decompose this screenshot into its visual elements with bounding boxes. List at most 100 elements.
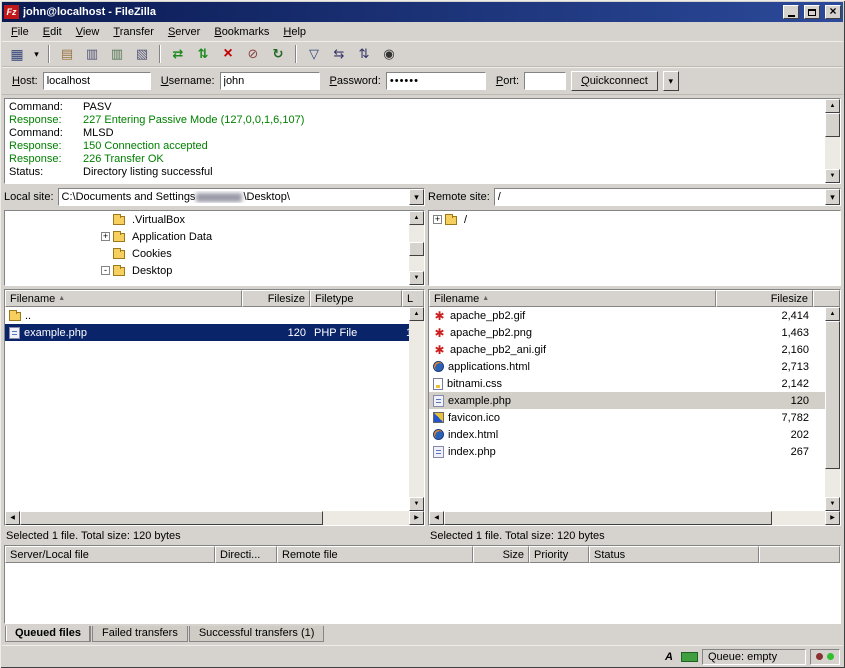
scrollbar-thumb[interactable] [444,511,772,525]
remote-list-body[interactable]: apache_pb2.gif2,414apache_pb2.png1,463ap… [429,307,840,511]
column-header-filesize[interactable]: Filesize [242,290,310,307]
local-list-scrollbar[interactable] [409,307,424,511]
scroll-right-icon[interactable] [825,511,840,525]
column-header-filename[interactable]: Filename▲ [429,290,716,307]
encryption-indicator-icon[interactable] [681,652,698,662]
remote-horizontal-scrollbar[interactable] [429,511,840,525]
minimize-button[interactable] [783,5,799,19]
remote-site-dropdown-icon[interactable] [825,189,840,205]
file-row-favicon-ico[interactable]: favicon.ico7,782 [429,409,825,426]
column-header-filesize[interactable]: Filesize [716,290,813,307]
local-tree-scrollbar[interactable] [409,211,424,285]
scrollbar-track[interactable] [825,113,840,169]
file-row-example-php[interactable]: example.php120 [429,392,825,409]
host-input[interactable] [43,72,151,90]
column-header-filetype[interactable]: Filetype [310,290,402,307]
scrollbar-track[interactable] [20,511,409,525]
scroll-down-icon[interactable] [409,497,424,511]
scroll-down-icon[interactable] [409,271,424,285]
scrollbar-thumb[interactable] [409,242,424,256]
site-manager-dropdown-icon[interactable] [30,43,43,65]
file-row-item[interactable]: .. [5,307,409,324]
reconnect-icon[interactable] [266,43,290,65]
menu-item-file[interactable]: File [4,24,36,40]
tree-item-virtualbox[interactable]: .VirtualBox [5,211,408,228]
sync-browsing-icon[interactable] [352,43,376,65]
column-header-priority[interactable]: Priority [529,546,589,563]
scroll-left-icon[interactable] [429,511,444,525]
cancel-icon[interactable] [216,43,240,65]
tree-item-desktop[interactable]: -Desktop [5,262,408,279]
file-row-bitnami-css[interactable]: bitnami.css2,142 [429,375,825,392]
local-site-dropdown-icon[interactable] [409,189,424,205]
title-bar[interactable]: Fz john@localhost - FileZilla [2,2,843,22]
column-header-l[interactable]: L [402,290,424,307]
file-row-example-php[interactable]: example.php120PHP File1 [5,324,409,341]
filter-icon[interactable] [302,43,326,65]
menu-item-bookmarks[interactable]: Bookmarks [207,24,276,40]
column-header-server-local-file[interactable]: Server/Local file [5,546,215,563]
scroll-right-icon[interactable] [409,511,424,525]
tree-item-application-data[interactable]: +Application Data [5,228,408,245]
tree-item-item[interactable]: +/ [429,211,824,228]
compare-icon[interactable] [327,43,351,65]
menu-item-edit[interactable]: Edit [36,24,69,40]
tab-successful-transfers-1[interactable]: Successful transfers (1) [189,626,325,642]
tree-item-cookies[interactable]: Cookies [5,245,408,262]
scrollbar-track[interactable] [409,225,424,271]
column-header-status[interactable]: Status [589,546,759,563]
scrollbar-track[interactable] [825,321,840,497]
password-input[interactable] [386,72,486,90]
menu-item-server[interactable]: Server [161,24,207,40]
column-header-directi[interactable]: Directi... [215,546,277,563]
scroll-up-icon[interactable] [825,307,840,321]
menu-item-help[interactable]: Help [276,24,313,40]
remote-list-scrollbar[interactable] [825,307,840,511]
refresh-icon[interactable] [166,43,190,65]
quickconnect-dropdown-icon[interactable] [663,71,679,91]
scroll-down-icon[interactable] [825,497,840,511]
username-input[interactable] [220,72,320,90]
scrollbar-track[interactable] [444,511,825,525]
disconnect-icon[interactable] [241,43,265,65]
queue-body[interactable] [5,563,840,623]
scrollbar-track[interactable] [409,321,424,497]
file-row-index-html[interactable]: index.html202 [429,426,825,443]
site-manager-icon[interactable] [5,43,29,65]
file-row-apache-pb2-gif[interactable]: apache_pb2.gif2,414 [429,307,825,324]
tab-queued-files[interactable]: Queued files [5,626,91,642]
file-row-apache-pb2-ani-gif[interactable]: apache_pb2_ani.gif2,160 [429,341,825,358]
menu-item-view[interactable]: View [69,24,107,40]
scroll-up-icon[interactable] [409,307,424,321]
file-row-index-php[interactable]: index.php267 [429,443,825,460]
find-icon[interactable] [377,43,401,65]
scroll-up-icon[interactable] [409,211,424,225]
local-tree-toggle-icon[interactable] [80,43,104,65]
close-button[interactable] [825,5,841,19]
quickconnect-button[interactable]: Quickconnect [571,71,658,91]
remote-tree-toggle-icon[interactable] [105,43,129,65]
expand-icon[interactable]: + [101,232,110,241]
port-input[interactable] [524,72,566,90]
file-row-apache-pb2-png[interactable]: apache_pb2.png1,463 [429,324,825,341]
column-header-filename[interactable]: Filename▲ [5,290,242,307]
local-list-body[interactable]: ..example.php120PHP File1 [5,307,424,511]
process-queue-icon[interactable] [191,43,215,65]
queue-toggle-icon[interactable] [130,43,154,65]
column-header-size[interactable]: Size [473,546,529,563]
tab-failed-transfers[interactable]: Failed transfers [92,626,188,642]
file-row-applications-html[interactable]: applications.html2,713 [429,358,825,375]
local-horizontal-scrollbar[interactable] [5,511,424,525]
log-toggle-icon[interactable] [55,43,79,65]
scrollbar-thumb[interactable] [20,511,323,525]
transfer-type-indicator-icon[interactable] [661,651,677,663]
collapse-icon[interactable]: - [101,266,110,275]
scrollbar-thumb[interactable] [825,113,840,137]
scroll-left-icon[interactable] [5,511,20,525]
scrollbar-thumb[interactable] [825,321,840,469]
column-header-remote-file[interactable]: Remote file [277,546,473,563]
log-vertical-scrollbar[interactable] [825,99,840,183]
maximize-button[interactable] [804,5,820,19]
remote-site-combo[interactable]: / [494,188,841,206]
local-site-combo[interactable]: C:\Documents and Settings\Desktop\ [58,188,425,206]
